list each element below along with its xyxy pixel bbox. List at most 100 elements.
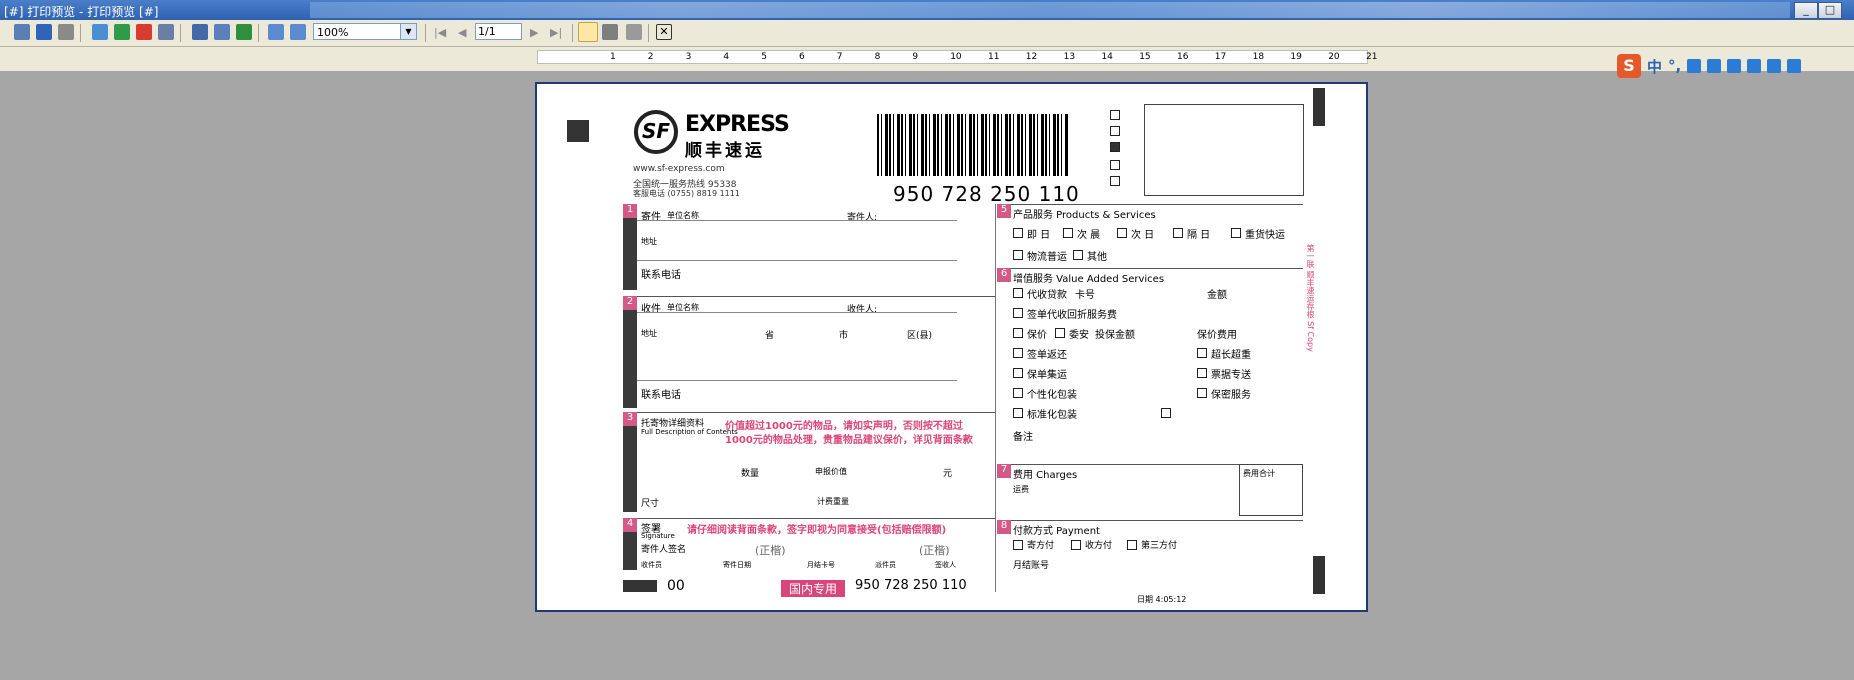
ruler-number: 4 bbox=[723, 52, 730, 62]
zoom-select[interactable]: 100% ▼ bbox=[313, 23, 417, 40]
pdf-icon[interactable] bbox=[136, 24, 152, 40]
brand-en: EXPRESS bbox=[685, 112, 790, 137]
s4-stamp-1: (正楷) bbox=[755, 544, 786, 557]
keyboard-icon[interactable] bbox=[1727, 59, 1742, 73]
checkbox-cod[interactable] bbox=[1013, 288, 1023, 298]
checkbox-receiver-pays[interactable] bbox=[1071, 540, 1081, 550]
checkbox-next-day[interactable] bbox=[1117, 228, 1127, 238]
ruler-number: 8 bbox=[874, 52, 881, 62]
s5-opt2: 次 晨 bbox=[1077, 230, 1101, 241]
s6-sign: 签单代收回折服务费 bbox=[1027, 310, 1117, 321]
s6-secret: 保密服务 bbox=[1211, 390, 1251, 401]
checkbox-collect[interactable] bbox=[1013, 368, 1023, 378]
side-text: 第一联 顺丰速运存根 Sf Copy bbox=[1306, 244, 1315, 352]
s6-standard: 标准化包装 bbox=[1027, 410, 1077, 421]
checkbox-oversize[interactable] bbox=[1197, 348, 1207, 358]
taskbar-blur bbox=[310, 2, 1790, 18]
footer-dispatcher: 派件员 bbox=[875, 561, 896, 569]
user-icon[interactable] bbox=[1747, 59, 1762, 73]
s7-freight: 运费 bbox=[1013, 485, 1029, 494]
s3-title-en: Full Description of Contents bbox=[641, 428, 738, 436]
ruler-number: 13 bbox=[1063, 52, 1076, 62]
last-page-icon[interactable]: ▶| bbox=[550, 26, 562, 39]
prev-page-icon[interactable]: ◀ bbox=[458, 26, 466, 39]
domestic-tag: 国内专用 bbox=[781, 580, 846, 597]
s8-receiver: 收方付 bbox=[1085, 541, 1113, 551]
checkbox-special[interactable] bbox=[1197, 368, 1207, 378]
single-page-icon[interactable] bbox=[214, 24, 230, 40]
ime-toolbar[interactable]: S 中 °, bbox=[1617, 54, 1802, 78]
ruler: 1 2 3 4 5 6 7 8 9 10 11 12 13 14 15 16 17 18 19 20 21 bbox=[537, 50, 1377, 64]
ime-punct[interactable]: °, bbox=[1668, 57, 1681, 75]
s5-opt3: 次 日 bbox=[1131, 230, 1155, 241]
tracking-number: 950 728 250 110 bbox=[893, 182, 1080, 206]
grid-icon[interactable] bbox=[1787, 59, 1802, 73]
ruler-number: 7 bbox=[836, 52, 843, 62]
settings-icon[interactable] bbox=[58, 24, 74, 40]
zoom-in-icon[interactable] bbox=[268, 24, 284, 40]
footer-recipient: 签收人 bbox=[935, 561, 956, 569]
print-icon[interactable] bbox=[14, 24, 30, 40]
footer-monthly-card: 月结卡号 bbox=[807, 561, 835, 569]
checkbox-misc[interactable] bbox=[1161, 408, 1171, 418]
checkbox-other[interactable] bbox=[1073, 250, 1083, 260]
export-icon[interactable] bbox=[92, 24, 108, 40]
s3-qty: 数量 bbox=[741, 469, 760, 479]
page-setup-icon[interactable] bbox=[192, 24, 208, 40]
checkbox-next-morning[interactable] bbox=[1063, 228, 1073, 238]
microphone-icon[interactable] bbox=[1707, 59, 1722, 73]
copy-icon[interactable] bbox=[626, 24, 642, 40]
checkbox-second-day[interactable] bbox=[1173, 228, 1183, 238]
checkbox-standard-pack[interactable] bbox=[1013, 408, 1023, 418]
close-icon[interactable]: ✕ bbox=[656, 24, 672, 40]
ruler-number: 10 bbox=[950, 52, 962, 62]
checkbox-insure[interactable] bbox=[1013, 328, 1023, 338]
page-number-input[interactable]: 1/1 bbox=[475, 23, 522, 40]
s3-value: 申报价值 bbox=[815, 467, 847, 476]
s8-monthly: 月结账号 bbox=[1013, 561, 1050, 571]
footer-courier: 收件员 bbox=[641, 561, 662, 569]
ime-logo-icon[interactable]: S bbox=[1617, 54, 1641, 78]
checkbox-logistics[interactable] bbox=[1013, 250, 1023, 260]
next-page-icon[interactable]: ▶ bbox=[530, 26, 538, 39]
title-bar: [#] 打印预览 - 打印预览 [#] _ □ bbox=[0, 0, 1854, 20]
excel-icon[interactable] bbox=[114, 24, 130, 40]
page-number-value: 1/1 bbox=[478, 25, 496, 38]
email-icon[interactable] bbox=[158, 24, 174, 40]
hotline2: 客服电话 (0755) 8819 1111 bbox=[633, 189, 740, 198]
chevron-down-icon[interactable]: ▼ bbox=[400, 24, 416, 39]
ruler-number: 6 bbox=[799, 52, 805, 62]
first-page-icon[interactable]: |◀ bbox=[434, 26, 446, 39]
ruler-number: 9 bbox=[912, 52, 919, 62]
s6-insure-amount: 投保金额 bbox=[1095, 330, 1135, 341]
ruler-number: 18 bbox=[1252, 52, 1265, 62]
checkbox-sender-pays[interactable] bbox=[1013, 540, 1023, 550]
skin-icon[interactable] bbox=[1767, 59, 1782, 73]
s3-size: 尺寸 bbox=[641, 499, 660, 509]
maximize-button[interactable]: □ bbox=[1818, 2, 1842, 19]
s5-opt5: 重货快运 bbox=[1245, 230, 1285, 241]
barcode bbox=[877, 114, 1069, 176]
s5-opt7: 其他 bbox=[1087, 252, 1107, 263]
ruler-number: 12 bbox=[1025, 52, 1038, 62]
checkbox-custom-pack[interactable] bbox=[1013, 388, 1023, 398]
checkbox-secret[interactable] bbox=[1197, 388, 1207, 398]
s2-address: 地址 bbox=[641, 329, 657, 338]
s3-warning-2: 1000元的物品处理，贵重物品建议保价，详见背面条款 bbox=[725, 435, 973, 446]
ime-mode[interactable]: 中 bbox=[1647, 56, 1662, 77]
checkbox-same-day[interactable] bbox=[1013, 228, 1023, 238]
checkbox-return[interactable] bbox=[1013, 348, 1023, 358]
checkbox-heavy-freight[interactable] bbox=[1231, 228, 1241, 238]
checkbox-third-party[interactable] bbox=[1127, 540, 1137, 550]
hand-tool-icon[interactable] bbox=[578, 22, 598, 42]
checkbox-sign-return[interactable] bbox=[1013, 308, 1023, 318]
open-book-icon[interactable] bbox=[36, 24, 52, 40]
minimize-button[interactable]: _ bbox=[1794, 2, 1818, 19]
s6-safe: 委安 bbox=[1069, 330, 1089, 341]
add-icon[interactable] bbox=[236, 24, 252, 40]
text-select-icon[interactable] bbox=[602, 24, 618, 40]
checkbox-safe[interactable] bbox=[1055, 328, 1065, 338]
s4-title-en: Signature bbox=[641, 532, 675, 540]
emoji-icon[interactable] bbox=[1687, 59, 1702, 73]
zoom-out-icon[interactable] bbox=[290, 24, 306, 40]
